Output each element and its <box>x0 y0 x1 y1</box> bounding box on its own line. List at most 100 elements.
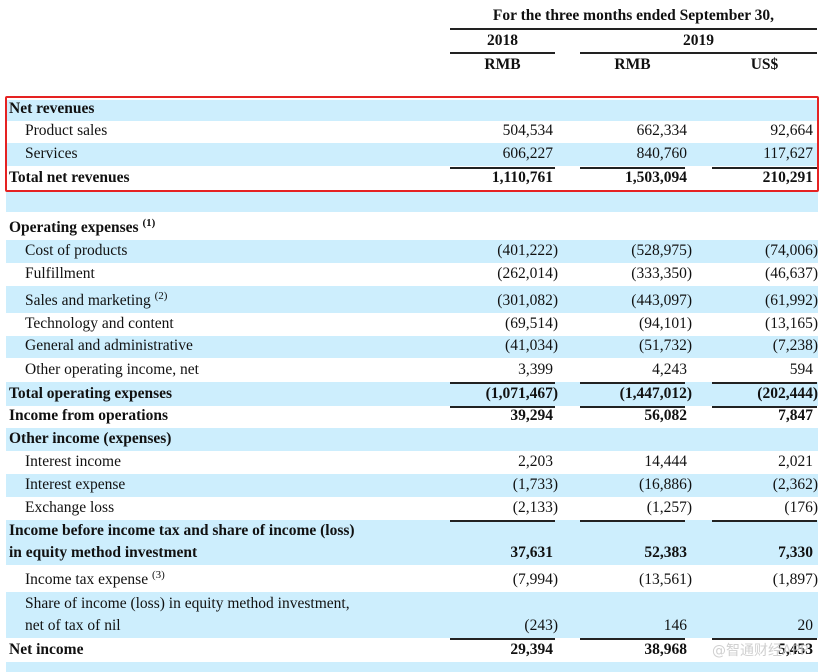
row-label-text: Technology and content <box>25 315 174 332</box>
table-row: in equity method investment Income before… <box>6 520 818 565</box>
header-rule <box>580 52 817 54</box>
value-cell: (2,133) <box>512 499 558 516</box>
table-row <box>6 190 818 212</box>
table-row: Interest expense (1,733) (16,886) (2,362) <box>6 474 818 497</box>
value-cell: 7,847 <box>778 407 813 424</box>
footnote-ref: (2) <box>154 290 168 302</box>
row-label: Interest income <box>25 453 121 471</box>
table-row: Technology and content (69,514) (94,101) (1… <box>6 313 818 336</box>
row-label-text: General and administrative <box>25 337 193 354</box>
table-row <box>6 662 818 672</box>
row-label: Technology and content <box>25 315 174 333</box>
value-cell: (7,994) <box>512 571 558 588</box>
footnote-ref: (1) <box>142 217 156 229</box>
row-label: Total operating expenses <box>9 385 172 403</box>
value-cell: 14,444 <box>644 453 687 470</box>
row-label-text: Cost of products <box>25 242 128 259</box>
row-label-text: Other operating income, net <box>25 361 199 378</box>
value-cell: (7,238) <box>772 337 818 354</box>
value-cell: (61,992) <box>765 292 818 309</box>
row-label-text: Interest expense <box>25 476 126 493</box>
value-cell: 37,631 <box>510 544 553 561</box>
value-cell: 56,082 <box>644 407 687 424</box>
value-cell: 2,203 <box>518 453 553 470</box>
row-label: Exchange loss <box>25 499 114 517</box>
value-cell: (1,897) <box>772 571 818 588</box>
value-cell: (443,097) <box>631 292 692 309</box>
value-cell: (176) <box>784 499 818 516</box>
table-row: Sales and marketing (2) (301,082) (443,097… <box>6 286 818 313</box>
value-cell: (243) <box>524 617 558 634</box>
value-cell: (1,257) <box>646 499 692 516</box>
row-label-text: Sales and marketing <box>25 292 151 309</box>
row-label: Other income (expenses) <box>9 430 171 448</box>
table-row: Income from operations 39,294 56,082 7,847 <box>6 406 818 428</box>
row-label-text: Income before income tax and share of in… <box>9 522 355 539</box>
value-cell: 2,021 <box>778 453 813 470</box>
subtotal-rule <box>712 638 817 640</box>
value-cell: (1,071,467) <box>485 385 558 402</box>
row-label-text: Total operating expenses <box>9 385 173 402</box>
table-row: Interest income 2,203 14,444 2,021 <box>6 451 818 474</box>
table-row: Total operating expenses (1,071,467) (1,44… <box>6 382 818 406</box>
row-label-text: Fulfillment <box>25 265 95 282</box>
value-cell: 39,294 <box>510 407 553 424</box>
subtotal-rule <box>450 520 555 522</box>
row-label-text: Other income (expenses) <box>9 430 172 447</box>
value-cell: 4,243 <box>652 361 687 378</box>
currency-col2: RMB <box>614 56 651 73</box>
row-label-text: Income from operations <box>9 407 168 424</box>
row-label: Income tax expense (3) <box>25 569 165 589</box>
row-label-text: Exchange loss <box>25 499 115 516</box>
table-row: Income tax expense (3) (7,994) (13,561) (1,… <box>6 565 818 592</box>
row-label-text: Net income <box>9 641 84 658</box>
row-label: Other operating income, net <box>25 361 199 379</box>
subtotal-rule <box>580 638 685 640</box>
row-label: Net income <box>9 641 83 659</box>
subtotal-rule <box>712 520 817 522</box>
footnote-ref: (3) <box>151 569 165 581</box>
value-cell: 38,968 <box>644 641 687 658</box>
currency-col3: US$ <box>750 56 779 73</box>
value-cell: (202,444) <box>757 385 818 402</box>
value-cell: (262,014) <box>497 265 558 282</box>
watermark: @智通财经APP <box>712 643 809 659</box>
table-row: net of tax of nil Share of income (loss) … <box>6 592 818 638</box>
value-cell: (301,082) <box>497 292 558 309</box>
subtotal-rule <box>712 382 817 384</box>
value-cell: (41,034) <box>505 337 558 354</box>
subtotal-rule <box>580 520 685 522</box>
value-cell: (13,165) <box>765 315 818 332</box>
value-cell: 52,383 <box>644 544 687 561</box>
value-cell: (528,975) <box>631 242 692 259</box>
header-rule <box>450 52 555 54</box>
row-label: Operating expenses (1) <box>9 217 155 237</box>
value-cell: 7,330 <box>778 544 813 561</box>
header-rule <box>450 28 817 30</box>
table-row: Net income 29,394 38,968 5,453 <box>6 638 818 662</box>
value-cell: 146 <box>663 617 687 634</box>
value-cell: (16,886) <box>639 476 692 493</box>
subtotal-rule <box>450 638 555 640</box>
value-cell: (94,101) <box>639 315 692 332</box>
value-cell: (401,222) <box>497 242 558 259</box>
table-row: Other operating income, net 3,399 4,243 594 <box>6 358 818 382</box>
row-label: Income before income tax and share of in… <box>9 522 355 540</box>
row-label: Sales and marketing (2) <box>25 290 167 310</box>
value-cell: 594 <box>789 361 813 378</box>
row-label: General and administrative <box>25 337 193 355</box>
value-cell: (46,637) <box>765 265 818 282</box>
row-label-line2: net of tax of nil <box>25 617 121 634</box>
subtotal-rule <box>580 406 685 408</box>
value-cell: (69,514) <box>505 315 558 332</box>
value-cell: 29,394 <box>510 641 553 658</box>
value-cell: 3,399 <box>518 361 553 378</box>
subtotal-rule <box>580 382 685 384</box>
row-label: Cost of products <box>25 242 127 260</box>
row-label-text: Share of income (loss) in equity method … <box>25 595 350 612</box>
value-cell: 20 <box>797 617 814 634</box>
value-cell: (51,732) <box>639 337 692 354</box>
table-row: Cost of products (401,222) (528,975) (74,00… <box>6 240 818 263</box>
period-header: For the three months ended September 30, <box>492 7 775 24</box>
subtotal-rule <box>712 406 817 408</box>
